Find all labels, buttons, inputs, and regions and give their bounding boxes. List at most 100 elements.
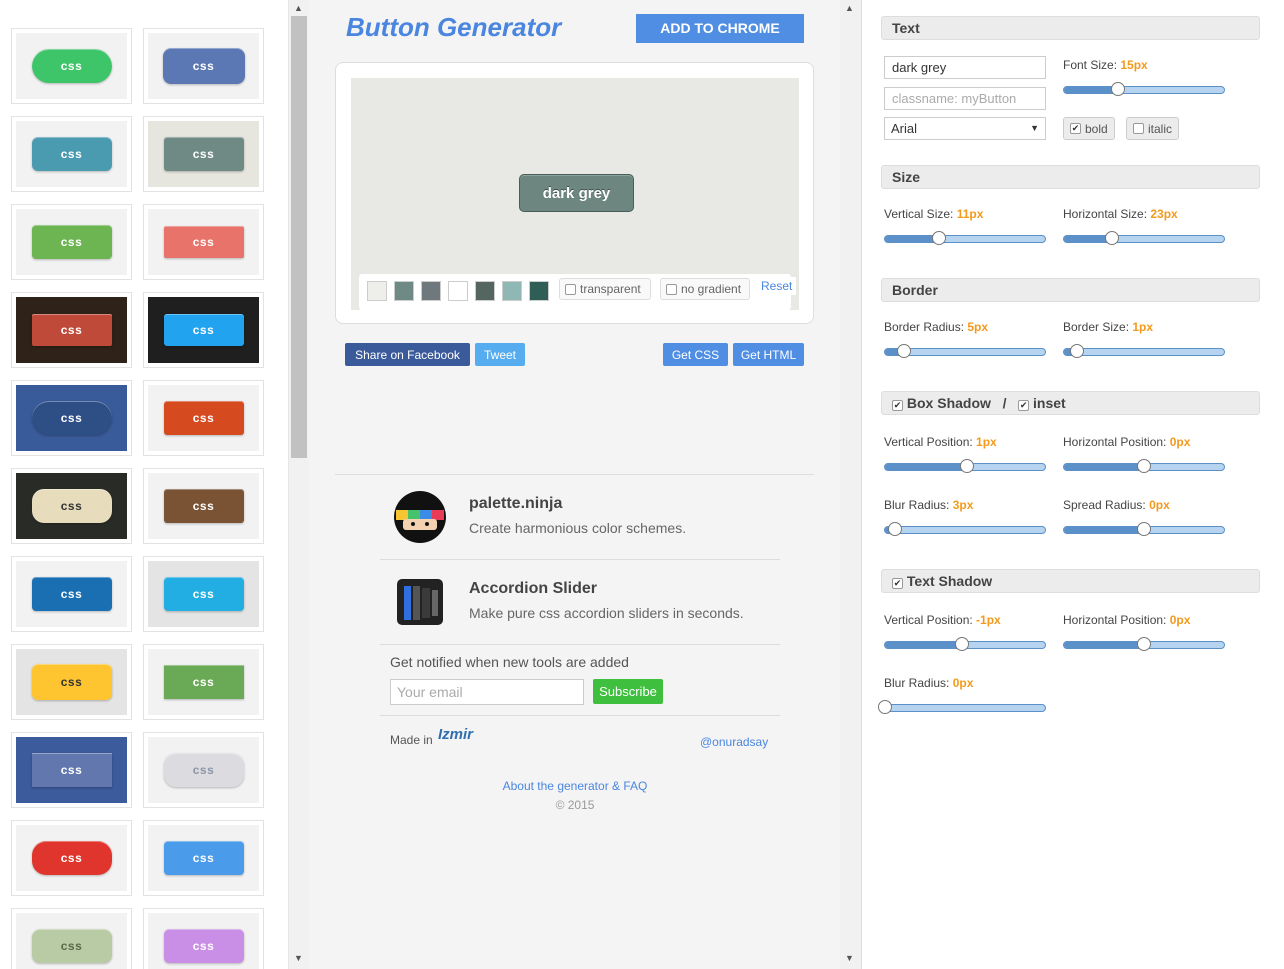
text-shadow-horizontal-slider[interactable] xyxy=(1063,637,1225,651)
slider-handle[interactable] xyxy=(897,344,912,358)
color-swatch[interactable] xyxy=(367,281,387,301)
gallery-tile[interactable]: css xyxy=(143,204,264,280)
slider-handle[interactable] xyxy=(878,700,892,714)
gallery-tile[interactable]: css xyxy=(11,908,132,969)
gallery-tile[interactable]: css xyxy=(11,116,132,192)
checkbox-icon[interactable] xyxy=(1133,123,1144,134)
gallery-tile[interactable]: css xyxy=(11,732,132,808)
gallery-button-preview[interactable]: css xyxy=(31,664,112,700)
gallery-button-preview[interactable]: css xyxy=(163,665,244,699)
get-html-button[interactable]: Get HTML xyxy=(733,343,804,366)
color-swatch[interactable] xyxy=(475,281,495,301)
about-link[interactable]: About the generator & FAQ xyxy=(310,779,840,793)
gallery-scrollbar[interactable]: ▲ ▼ xyxy=(288,0,309,969)
gallery-tile[interactable]: css xyxy=(143,380,264,456)
checkbox-icon[interactable] xyxy=(565,283,576,295)
gallery-button-preview[interactable]: css xyxy=(31,841,112,875)
gallery-tile[interactable]: css xyxy=(11,820,132,896)
box-shadow-spread-slider[interactable] xyxy=(1063,522,1225,536)
gallery-tile[interactable]: css xyxy=(143,908,264,969)
gallery-tile[interactable]: css xyxy=(11,292,132,368)
gallery-button-preview[interactable]: css xyxy=(31,929,112,963)
button-text-input[interactable] xyxy=(884,56,1046,79)
promo-title[interactable]: Accordion Slider xyxy=(469,580,597,598)
gallery-button-preview[interactable]: css xyxy=(31,489,112,523)
gallery-button-preview[interactable]: css xyxy=(163,489,244,523)
gallery-button-preview[interactable]: css xyxy=(31,225,112,259)
gallery-tile[interactable]: css xyxy=(11,644,132,720)
get-css-button[interactable]: Get CSS xyxy=(663,343,728,366)
gallery-button-preview[interactable]: css xyxy=(163,314,244,346)
gallery-button-preview[interactable]: css xyxy=(163,401,244,435)
gallery-button-preview[interactable]: css xyxy=(31,401,112,435)
vertical-size-slider[interactable] xyxy=(884,231,1046,245)
box-shadow-vertical-slider[interactable] xyxy=(884,459,1046,473)
slider-handle[interactable] xyxy=(1137,637,1151,651)
slider-handle[interactable] xyxy=(959,459,974,473)
box-shadow-horizontal-slider[interactable] xyxy=(1063,459,1225,473)
gallery-button-preview[interactable]: css xyxy=(31,137,112,171)
gallery-tile[interactable]: css xyxy=(143,292,264,368)
color-swatch[interactable] xyxy=(529,281,549,301)
gallery-button-preview[interactable]: css xyxy=(163,753,244,787)
slider-handle[interactable] xyxy=(1111,82,1126,96)
slider-handle[interactable] xyxy=(1105,231,1119,245)
tweet-button[interactable]: Tweet xyxy=(475,343,525,366)
gallery-button-preview[interactable]: css xyxy=(163,137,244,171)
gallery-button-preview[interactable]: css xyxy=(162,48,245,84)
box-shadow-blur-slider[interactable] xyxy=(884,522,1046,536)
gallery-tile[interactable]: css xyxy=(143,732,264,808)
reset-button[interactable]: Reset xyxy=(757,277,797,295)
gallery-button-preview[interactable]: css xyxy=(31,314,112,346)
slider-handle[interactable] xyxy=(954,637,969,651)
text-shadow-checkbox[interactable]: ✔ xyxy=(892,578,903,589)
gallery-button-preview[interactable]: css xyxy=(163,929,244,963)
gallery-tile[interactable]: css xyxy=(11,468,132,544)
box-shadow-checkbox[interactable]: ✔ xyxy=(892,400,903,411)
classname-input[interactable] xyxy=(884,87,1046,110)
gallery-tile[interactable]: css xyxy=(11,556,132,632)
twitter-handle-link[interactable]: @onuradsay xyxy=(700,735,768,749)
email-input[interactable] xyxy=(390,679,584,705)
gallery-button-preview[interactable]: css xyxy=(31,577,112,611)
color-swatch[interactable] xyxy=(421,281,441,301)
italic-toggle[interactable]: italic xyxy=(1126,117,1180,140)
gallery-tile[interactable]: css xyxy=(143,116,264,192)
gallery-scroll-thumb[interactable] xyxy=(291,16,307,458)
subscribe-button[interactable]: Subscribe xyxy=(593,679,663,704)
color-swatch[interactable] xyxy=(394,281,414,301)
slider-handle[interactable] xyxy=(887,522,902,536)
promo-palette-ninja[interactable]: palette.ninja Create harmonious color sc… xyxy=(380,475,780,560)
gallery-button-preview[interactable]: css xyxy=(163,577,244,611)
gallery-button-preview[interactable]: css xyxy=(163,841,244,875)
text-shadow-blur-slider[interactable] xyxy=(878,700,1046,714)
share-facebook-button[interactable]: Share on Facebook xyxy=(345,343,470,366)
slider-handle[interactable] xyxy=(932,231,947,245)
gallery-tile[interactable]: css xyxy=(143,28,264,104)
font-family-select[interactable]: Arial ▼ xyxy=(884,117,1046,140)
horizontal-size-slider[interactable] xyxy=(1063,231,1225,245)
scroll-up-icon[interactable]: ▲ xyxy=(294,3,303,13)
bold-toggle[interactable]: ✔ bold xyxy=(1063,117,1115,140)
slider-handle[interactable] xyxy=(1069,344,1084,358)
gallery-tile[interactable]: css xyxy=(143,468,264,544)
gallery-tile[interactable]: css xyxy=(11,28,132,104)
border-size-slider[interactable] xyxy=(1063,344,1225,358)
gallery-button-preview[interactable]: css xyxy=(31,753,112,787)
gallery-tile[interactable]: css xyxy=(11,380,132,456)
slider-handle[interactable] xyxy=(1137,459,1151,473)
center-scrollbar[interactable]: ▲ ▼ xyxy=(840,0,861,969)
color-swatch[interactable] xyxy=(448,281,468,301)
inset-checkbox[interactable]: ✔ xyxy=(1018,400,1030,411)
promo-title[interactable]: palette.ninja xyxy=(469,495,562,513)
gallery-tile[interactable]: css xyxy=(143,644,264,720)
add-to-chrome-button[interactable]: ADD TO CHROME xyxy=(636,14,804,43)
scroll-up-icon[interactable]: ▲ xyxy=(845,3,854,13)
font-size-slider[interactable] xyxy=(1063,82,1225,96)
text-shadow-vertical-slider[interactable] xyxy=(884,637,1046,651)
checkbox-icon[interactable]: ✔ xyxy=(1070,123,1081,134)
gallery-tile[interactable]: css xyxy=(143,556,264,632)
scroll-down-icon[interactable]: ▼ xyxy=(845,953,854,963)
promo-accordion-slider[interactable]: Accordion Slider Make pure css accordion… xyxy=(380,560,780,645)
gallery-tile[interactable]: css xyxy=(11,204,132,280)
